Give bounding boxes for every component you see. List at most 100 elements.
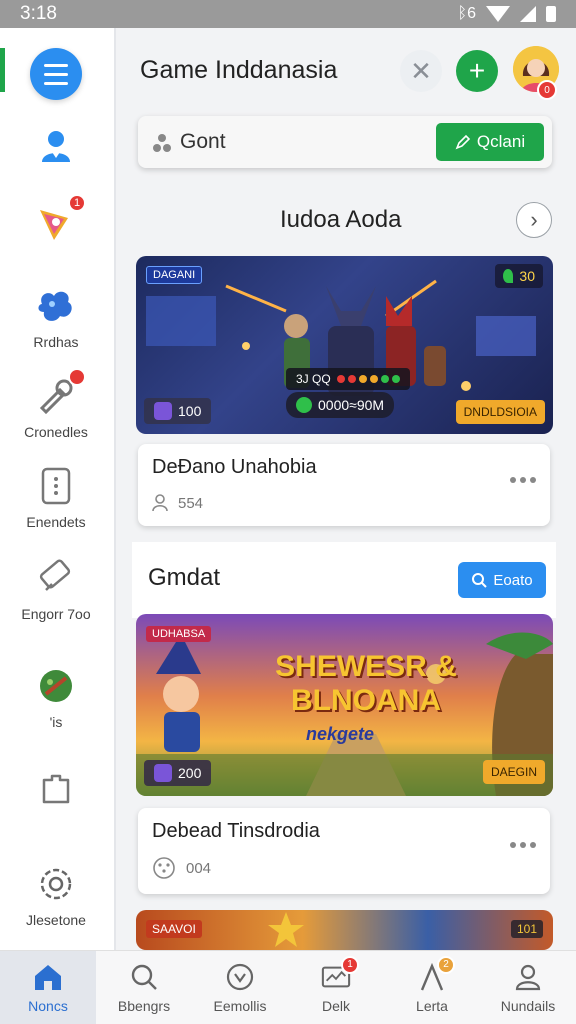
banner-badge[interactable]: DNDLDSIOIA [455, 400, 545, 424]
sidebar-item-profile[interactable] [0, 124, 112, 168]
sidebar-item-engorr[interactable]: Engorr 7oo [0, 556, 112, 622]
progress-label: 0000≈90M [318, 397, 385, 413]
nav-item-mail[interactable]: 1 Delk [288, 951, 384, 1024]
nav-badge: 2 [437, 955, 455, 974]
avatar-badge: 0 [537, 80, 557, 100]
section-title: Gmdat [148, 564, 221, 591]
tool-icon [34, 368, 86, 418]
dice-icon [153, 857, 175, 879]
signal-icon [520, 6, 536, 22]
banner-score: 30 [495, 264, 543, 288]
status-bar: 3:18 ᛒ6 [0, 0, 576, 28]
banner-tag: SAAVOI [146, 920, 202, 938]
rocket-icon: 1 [34, 194, 86, 244]
menu-icon-line [44, 63, 68, 67]
nav-item-alerts[interactable]: 2 Lerta [384, 951, 480, 1024]
search-icon [472, 573, 488, 588]
game-card[interactable]: DeĐano Unahobia 554 [138, 444, 550, 526]
nav-item-home[interactable]: Noncs [0, 951, 96, 1024]
dots-icon [153, 134, 171, 152]
search-card[interactable]: Gont Qclani [138, 116, 552, 168]
puzzle-icon [34, 768, 78, 812]
nav-item-explore[interactable]: Eemollis [192, 951, 288, 1024]
search-input[interactable]: Gont [180, 130, 226, 154]
add-button[interactable]: + [456, 50, 498, 92]
close-button[interactable]: ✕ [400, 50, 442, 92]
compass-icon [225, 962, 255, 992]
home-icon [33, 962, 63, 992]
game-card-meta: 554 [152, 494, 203, 512]
section-title: Iudoa Aoda [280, 206, 402, 233]
controller-icon [154, 764, 172, 782]
blue-splash-icon [34, 284, 78, 328]
menu-icon-line [44, 81, 68, 85]
sidebar-item-label: Rrdhas [33, 334, 79, 350]
nav-item-profile[interactable]: Nundails [480, 951, 576, 1024]
banner-subline: nekgete [306, 724, 375, 744]
banner-tag: UDHABSA [146, 626, 212, 642]
stat-label: 3J QQ [296, 372, 331, 386]
nav-item-search[interactable]: Bbengrs [96, 951, 192, 1024]
game-card-count: 004 [186, 859, 212, 877]
more-options-icon[interactable] [510, 842, 536, 849]
section-next-button[interactable]: › [516, 202, 552, 238]
game-card[interactable]: Debead Tinsdrodia 004 [138, 808, 550, 894]
banner-score: 101 [510, 920, 543, 938]
wifi-icon [486, 6, 510, 22]
sidebar-item-label: Jlesetone [26, 912, 86, 928]
nav-label: Delk [321, 997, 350, 1014]
player-count: 200 [178, 765, 202, 781]
profile-icon [513, 962, 543, 992]
status-time: 3:18 [20, 3, 57, 24]
sidebar-item-enendets[interactable]: Enendets [0, 464, 112, 530]
sidebar-item-cronedles[interactable]: Cronedles [0, 368, 112, 440]
sidebar-item-settings[interactable]: Jlesetone [0, 862, 112, 928]
sidebar-item-is[interactable]: 'is [0, 664, 112, 730]
game-banner[interactable]: SAAVOI 101 [136, 910, 553, 950]
player-count: 100 [178, 403, 202, 419]
sidebar-item-label: Enendets [26, 514, 86, 530]
banner-headline-line1: SHEWESR & [275, 650, 457, 683]
game-banner[interactable]: DAGANI 30 3J QQ 0000≈90M 100 DNDLDSIOIA [136, 256, 553, 434]
banner-headline-line2: BLNOANA [291, 684, 441, 717]
sidebar-item-rocket[interactable]: 1 [0, 194, 112, 244]
nav-label: Nundails [500, 997, 556, 1014]
sidebar-active-indicator [0, 48, 5, 92]
menu-button[interactable] [30, 48, 82, 100]
nav-badge: 1 [341, 955, 359, 974]
person-pin-icon [34, 124, 78, 168]
stat-bar: 3J QQ [286, 368, 410, 390]
sidebar-item-puzzle[interactable] [0, 768, 112, 812]
sidebar-item-label: Engorr 7oo [21, 606, 91, 622]
sidebar-dot-badge [68, 368, 86, 386]
progress-chip: 0000≈90M [286, 392, 395, 418]
network-indicator: ᛒ6 [457, 5, 477, 22]
section-search-button[interactable]: Eoato [458, 562, 546, 598]
section-header: Gmdat Eoato [132, 542, 556, 618]
banner-headline: SHEWESR & BLNOANA [246, 650, 486, 718]
edit-icon [455, 134, 471, 150]
mail-icon: 1 [321, 955, 359, 992]
star-icon [268, 912, 304, 947]
search-action-label: Qclani [476, 132, 526, 151]
game-banner[interactable]: UDHABSA SHEWESR & BLNOANA nekgete 200 DA… [136, 614, 553, 796]
nav-label: Eemollis [213, 997, 267, 1014]
game-leaf-icon [34, 664, 78, 708]
sidebar-item-label: Cronedles [24, 424, 88, 440]
game-card-meta: 004 [152, 856, 211, 880]
banner-badge[interactable]: DAEGIN [482, 760, 545, 784]
banner-score-value: 30 [519, 268, 535, 284]
check-icon [296, 397, 312, 413]
sidebar-item-label: 'is [49, 714, 63, 730]
more-options-icon[interactable] [510, 476, 536, 483]
page-title: Game Inddanasia [140, 56, 338, 84]
player-count-chip: 200 [144, 760, 212, 786]
ticket-icon [34, 556, 78, 600]
controller-icon [154, 402, 172, 420]
search-action-button[interactable]: Qclani [436, 123, 544, 161]
sidebar-item-rrdhas[interactable]: Rrdhas [0, 284, 112, 350]
health-dots-icon [336, 375, 400, 383]
nav-label: Bbengrs [117, 997, 171, 1014]
player-count-chip: 100 [144, 398, 212, 424]
nav-label: Lerta [416, 997, 448, 1014]
